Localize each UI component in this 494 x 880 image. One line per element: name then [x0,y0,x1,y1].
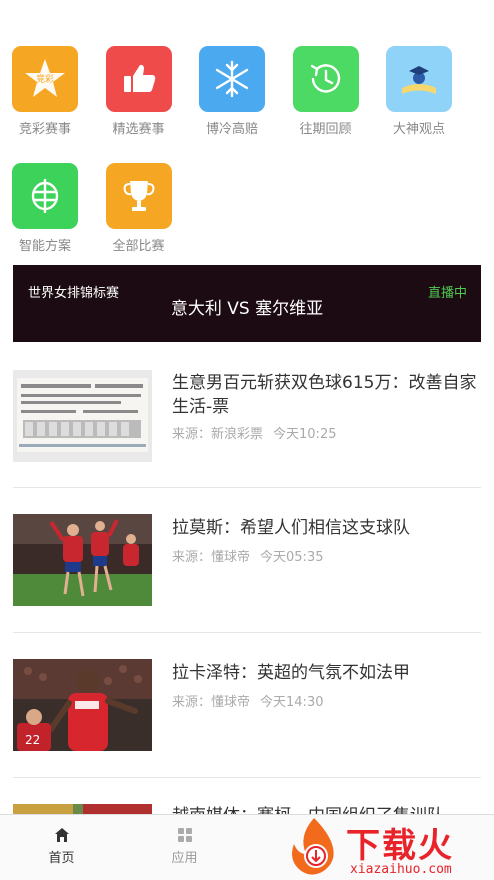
graduate-icon [386,46,452,112]
svg-text:22: 22 [25,733,40,747]
football-pitch-image [13,804,152,814]
news-source: 来源：新浪彩票 [172,427,264,442]
news-source: 来源：懂球帝 [172,695,251,710]
tab-label: 首页 [48,851,75,866]
arsenal-player-image: 22 [13,659,152,751]
news-time: 今天10:25 [273,427,337,442]
news-time: 今天05:35 [260,550,324,565]
trophy-icon [105,163,172,229]
news-title: 越南媒体：赛柯，中国组织了集训队 [172,804,481,814]
live-status-badge: 直播中 [427,286,467,301]
category-featured[interactable]: 精选赛事 [105,46,200,163]
news-meta: 来源：懂球帝 今天14:30 [172,691,323,710]
spain-team-image [13,514,152,606]
jingcai-badge-text: 竞彩 [36,73,54,85]
home-icon [54,828,69,842]
divider [13,632,481,633]
category-row: 竞彩 竞彩赛事 精选赛事 博冷高赔 往期回顾 大神观点 [12,46,482,163]
news-title: 拉莫斯：希望人们相信这支球队 [172,518,410,538]
tab-home[interactable]: 首页 [0,815,123,880]
news-item[interactable]: 生意男百元斩获双色球615万：改善自家生活-票 来源：新浪彩票 今天10:25 [13,356,481,501]
divider [13,487,481,488]
news-item[interactable]: 22 拉卡泽特：英超的气氛不如法甲 来源：懂球帝 今天14:30 [13,645,481,790]
live-match-title: 意大利 VS 塞尔维亚 [170,299,324,319]
news-title: 拉卡泽特：英超的气氛不如法甲 [172,663,410,683]
category-smart[interactable]: 智能方案 [12,163,106,280]
news-title: 生意男百元斩获双色球615万：改善自家生活-票 [172,373,477,417]
news-time: 今天14:30 [260,695,324,710]
category-row: 智能方案 全部比赛 [12,163,482,280]
jingcai-star-icon: 竞彩 [12,46,78,112]
smart-plan-icon [12,163,78,229]
news-item[interactable]: 拉莫斯：希望人们相信这支球队 来源：懂球帝 今天05:35 [13,500,481,645]
news-source: 来源：懂球帝 [172,550,251,565]
watermark-brand: 下载火 [346,826,454,866]
tab-apps[interactable]: 应用 [123,815,246,880]
tab-label: 应用 [171,851,198,866]
flame-icon [292,818,334,875]
category-grid: 竞彩 竞彩赛事 精选赛事 博冷高赔 往期回顾 大神观点 智能方案 全部比赛 [12,46,482,280]
watermark-url: xiazaihuo.com [350,862,452,877]
snowflake-icon [199,46,265,112]
category-label: 竞彩赛事 [18,122,71,137]
thumbs-up-icon [105,46,172,112]
watermark-logo: 下载火 xiazaihuo.com [284,814,494,880]
category-label: 全部比赛 [112,239,165,254]
category-jingcai[interactable]: 竞彩 竞彩赛事 [12,46,106,163]
category-history[interactable]: 往期回顾 [292,46,387,163]
category-label: 精选赛事 [112,122,165,137]
divider [13,777,481,778]
category-label: 大神观点 [392,122,445,137]
category-expert[interactable]: 大神观点 [386,46,480,163]
news-item[interactable]: 越南媒体：赛柯，中国组织了集训队 [13,790,481,814]
category-upset[interactable]: 博冷高赔 [199,46,293,163]
grid-apps-icon [177,828,192,842]
category-label: 智能方案 [18,239,71,254]
category-all[interactable]: 全部比赛 [105,163,200,280]
lottery-ticket-image [13,370,152,462]
news-meta: 来源：新浪彩票 今天10:25 [172,423,336,442]
category-label: 往期回顾 [299,122,352,137]
live-match-banner[interactable]: 世界女排锦标赛 意大利 VS 塞尔维亚 直播中 [13,265,481,342]
history-clock-icon [292,46,359,112]
category-label: 博冷高赔 [205,122,258,137]
news-meta: 来源：懂球帝 今天05:35 [172,546,323,565]
